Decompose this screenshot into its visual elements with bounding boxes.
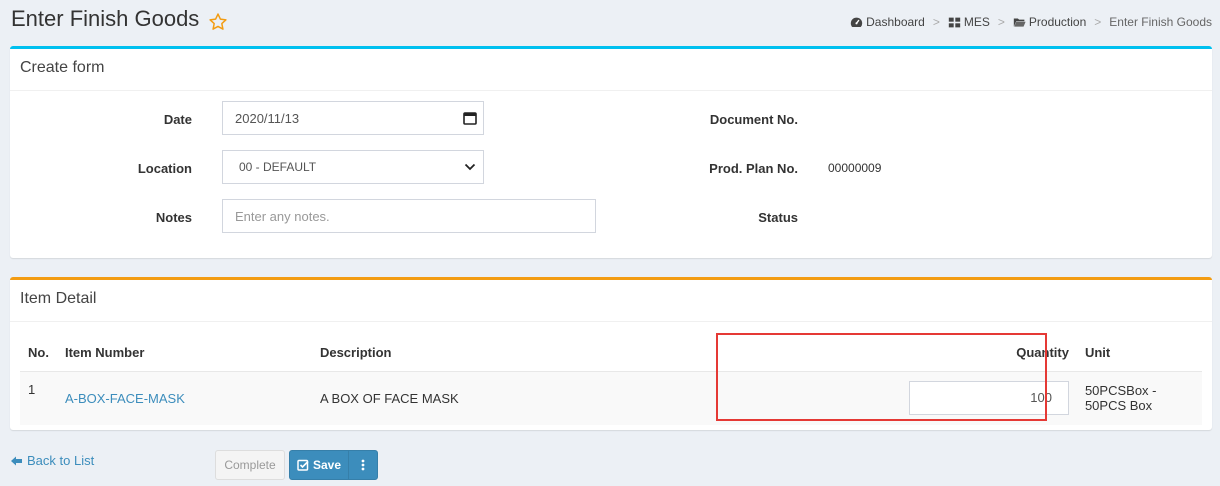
table-row: 1 A-BOX-FACE-MASK A BOX OF FACE MASK 100… xyxy=(20,371,1202,425)
back-to-list-label: Back to List xyxy=(27,453,95,468)
more-options-button[interactable] xyxy=(348,450,378,480)
prod-plan-label: Prod. Plan No. xyxy=(709,161,798,176)
vertical-ellipsis-icon xyxy=(361,459,365,471)
breadcrumb-current: Enter Finish Goods xyxy=(1109,15,1212,29)
breadcrumb-production[interactable]: Production xyxy=(1013,15,1086,29)
breadcrumb-dashboard[interactable]: Dashboard xyxy=(850,15,925,29)
table-header-row: No. Item Number Description Quantity Uni… xyxy=(20,335,1202,372)
item-detail-title: Item Detail xyxy=(10,280,1212,322)
check-square-icon xyxy=(297,459,309,471)
column-header-item-number: Item Number xyxy=(56,335,312,372)
breadcrumb-separator: > xyxy=(932,15,940,29)
notes-input[interactable]: Enter any notes. xyxy=(222,199,596,233)
column-header-unit: Unit xyxy=(1076,335,1202,372)
back-to-list-link[interactable]: Back to List xyxy=(10,453,94,468)
breadcrumb-mes[interactable]: MES xyxy=(948,15,990,29)
notes-label: Notes xyxy=(155,210,192,225)
column-header-quantity: Quantity xyxy=(900,335,1077,372)
row-description: A BOX OF FACE MASK xyxy=(311,371,901,425)
row-quantity-cell: 100 xyxy=(900,371,1077,425)
column-header-description: Description xyxy=(311,335,901,372)
item-detail-box: Item Detail No. Item Number Description … xyxy=(10,277,1212,430)
breadcrumb: Dashboard > MES > Production > Enter Fin… xyxy=(850,15,1212,29)
row-item-number-cell: A-BOX-FACE-MASK xyxy=(56,371,312,425)
location-select[interactable]: 00 - DEFAULT xyxy=(222,150,484,184)
calendar-icon[interactable] xyxy=(463,111,477,125)
breadcrumb-label: MES xyxy=(963,15,990,29)
complete-button[interactable]: Complete xyxy=(215,450,285,480)
row-no: 1 xyxy=(20,371,57,425)
chevron-down-icon xyxy=(464,163,476,171)
breadcrumb-label: Production xyxy=(1028,15,1087,29)
star-icon[interactable] xyxy=(208,12,228,32)
prod-plan-value: 00000009 xyxy=(828,161,882,175)
dashboard-icon xyxy=(850,17,863,27)
page-title: Enter Finish Goods xyxy=(11,6,200,31)
date-input[interactable]: 2020/11/13 xyxy=(222,101,484,135)
location-value: 00 - DEFAULT xyxy=(239,160,317,174)
date-label: Date xyxy=(163,112,192,127)
item-table: No. Item Number Description Quantity Uni… xyxy=(20,335,1202,425)
status-label: Status xyxy=(758,210,798,225)
date-value: 2020/11/13 xyxy=(235,110,300,126)
grid-icon xyxy=(948,17,961,27)
document-no-label: Document No. xyxy=(709,112,798,127)
save-button[interactable]: Save xyxy=(289,450,349,480)
create-form-box: Create form Date 2020/11/13 Location 00 … xyxy=(10,46,1212,258)
row-unit: 50PCSBox - 50PCS Box xyxy=(1076,371,1202,425)
folder-open-icon xyxy=(1013,17,1026,27)
create-form-title: Create form xyxy=(10,49,1212,91)
breadcrumb-separator: > xyxy=(1094,15,1102,29)
breadcrumb-separator: > xyxy=(997,15,1005,29)
save-label: Save xyxy=(312,458,342,472)
breadcrumb-label: Dashboard xyxy=(866,15,925,29)
location-label: Location xyxy=(137,161,192,176)
quantity-input[interactable]: 100 xyxy=(908,381,1069,416)
item-number-link[interactable]: A-BOX-FACE-MASK xyxy=(65,391,185,406)
arrow-left-icon xyxy=(11,456,22,465)
page-header: Enter Finish Goods Dashboard > MES > Pro… xyxy=(0,0,1220,44)
column-header-no: No. xyxy=(20,335,57,372)
notes-placeholder: Enter any notes. xyxy=(235,208,330,224)
